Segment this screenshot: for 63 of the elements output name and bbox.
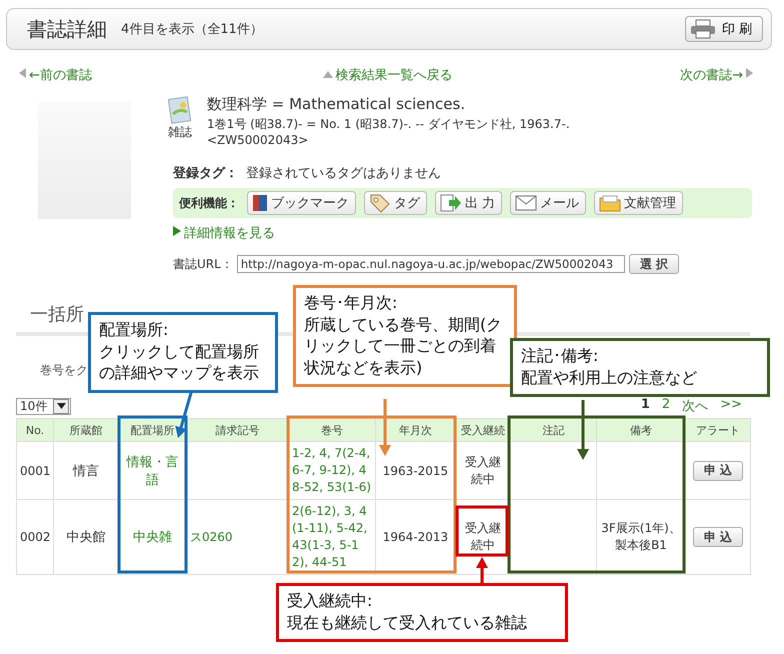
table-cell: 受入継続中	[465, 454, 501, 486]
printer-icon	[690, 19, 716, 39]
last-page-link[interactable]: >>	[720, 397, 742, 415]
material-type: 雑誌	[168, 124, 192, 141]
request-button[interactable]: 申 込	[692, 460, 744, 480]
callout-arrow	[577, 400, 589, 460]
tag-icon	[369, 193, 391, 213]
record-title: 数理科学 = Mathematical sciences.	[207, 94, 466, 115]
record-id: <ZW50002043>	[207, 132, 310, 148]
column-header: 請求記号	[186, 418, 288, 442]
tag-button[interactable]: タグ	[364, 191, 427, 215]
back-to-results-link[interactable]: 検索結果一覧へ戻る	[320, 66, 452, 84]
mail-button[interactable]: メール	[510, 191, 586, 215]
select-button[interactable]: 選 択	[628, 254, 679, 274]
callout-text: 巻号･年月次: 所蔵している巻号、期間(クリックして一冊ごとの到着状況などを表示)	[304, 292, 504, 378]
result-count: 4件目を表示（全11件）	[121, 21, 264, 38]
table-cell: 中央館	[66, 530, 106, 545]
column-header: No.	[16, 418, 54, 442]
callout-text: 配置場所: クリックして配置場所の詳細やマップを表示	[99, 319, 260, 384]
callout-arrow	[379, 399, 391, 456]
next-page-link[interactable]: 次へ	[682, 397, 708, 415]
next-record-link[interactable]: 次の書誌→	[680, 66, 756, 84]
column-header: アラート	[686, 418, 750, 442]
bookmark-button[interactable]: ブックマーク	[247, 191, 356, 215]
page-link[interactable]: 2	[662, 397, 670, 415]
table-cell: 受入継続中	[465, 521, 501, 552]
url-field[interactable]: http://nagoya-m-opac.nul.nagoya-u.ac.jp/webopac/ZW50002043	[236, 255, 625, 273]
per-page-select[interactable]: 10件	[16, 398, 72, 414]
instruction-text: 巻号をク	[40, 363, 88, 377]
column-header: 所蔵館	[54, 418, 118, 442]
table-cell: 情言	[73, 464, 99, 478]
tags-value: 登録されているタグはありません	[246, 166, 441, 181]
page-title: 書誌詳細	[27, 16, 107, 42]
book-icon	[252, 194, 268, 212]
table-cell: 1963-2015	[382, 464, 448, 478]
details-link[interactable]: 詳細情報を見る	[173, 224, 275, 242]
export-button[interactable]: 出 力	[435, 191, 502, 215]
url-label: 書誌URL：	[173, 256, 233, 272]
mail-icon	[515, 195, 538, 211]
tools-label: 便利機能：	[179, 194, 239, 212]
table-cell: 0001	[20, 464, 51, 478]
table-cell: 1964-2013	[382, 530, 448, 544]
column-header: 備考	[596, 418, 686, 442]
request-button[interactable]: 申 込	[692, 527, 744, 547]
table-cell: 0002	[20, 530, 51, 544]
previous-record-link[interactable]: ←前の書誌	[16, 66, 92, 84]
folder-icon	[599, 194, 622, 212]
table-cell: 3F展示(1年)、製本後B1	[601, 521, 681, 552]
column-header: 注記	[510, 418, 596, 442]
callout-text: 受入継続中: 現在も継続して受入れている雑誌	[287, 590, 528, 634]
column-header: 受入継続	[456, 418, 510, 442]
journal-icon	[167, 96, 193, 124]
callout-text: 注記･備考: 配置や利用上の注意など	[521, 345, 698, 388]
section-heading: 一括所	[30, 304, 84, 325]
print-button[interactable]: 印 刷	[684, 16, 763, 42]
export-icon	[440, 194, 462, 212]
column-header: 年月次	[376, 418, 456, 442]
tags-label: 登録タグ：	[173, 166, 238, 181]
dropdown-icon	[56, 403, 66, 409]
column-header: 巻号	[288, 418, 376, 442]
page-link[interactable]: 1	[640, 397, 650, 415]
folder-button[interactable]: 文献管理	[594, 191, 684, 215]
record-description: 1巻1号 (昭38.7)- = No. 1 (昭38.7)-. -- ダイヤモンド社, 1963.7-.	[207, 116, 570, 132]
